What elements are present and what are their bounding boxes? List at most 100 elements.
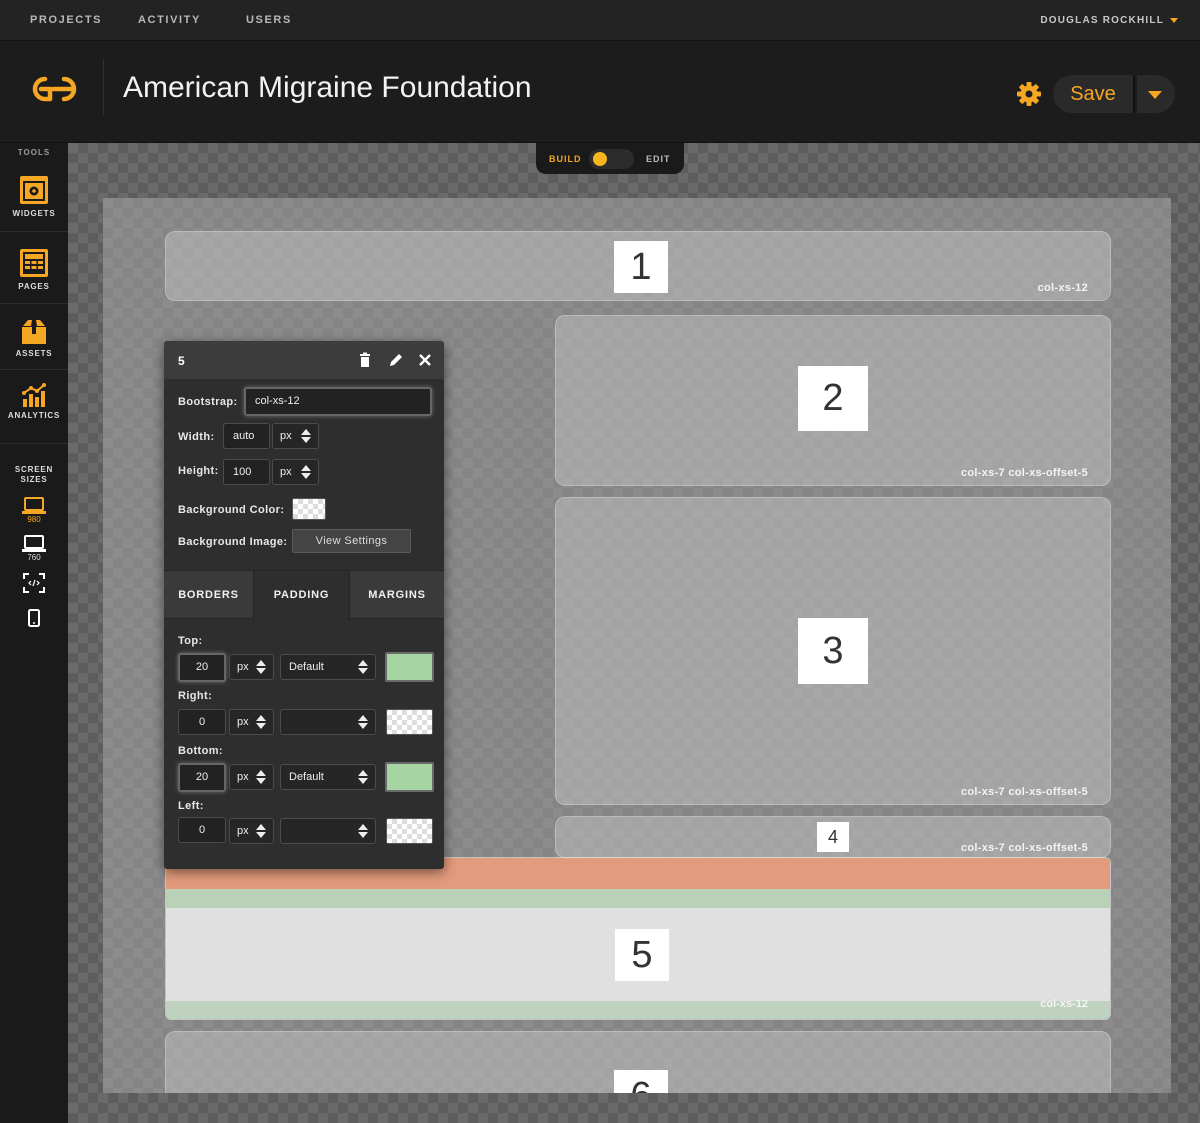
mode-switch[interactable] [589, 149, 634, 169]
stepper-arrows-icon [256, 770, 267, 785]
tool-widgets[interactable]: WIDGETS [0, 175, 68, 218]
chevron-down-icon [1170, 17, 1178, 23]
grid-block-3[interactable]: 3 col-xs-7 col-xs-offset-5 [555, 497, 1111, 805]
phone-icon [28, 609, 40, 627]
padding-right-color-swatch[interactable] [386, 709, 433, 735]
grid-block-4[interactable]: 4 col-xs-7 col-xs-offset-5 [555, 816, 1111, 858]
header-divider [103, 59, 104, 115]
block-number: 6 [614, 1070, 668, 1093]
tools-label: TOOLS [17, 148, 51, 157]
save-options-dropdown[interactable] [1137, 75, 1175, 113]
tools-sidebar: TOOLS WIDGETS PAGES ASSETS ANALYTICS SCR… [0, 143, 68, 1123]
padding-top-unit-select[interactable]: px [229, 654, 274, 680]
grid-block-1[interactable]: 1 col-xs-12 [165, 231, 1111, 301]
panel-header: 5 [164, 341, 444, 379]
padding-right-label: Right: [178, 690, 213, 702]
tool-label: ANALYTICS [7, 411, 61, 420]
analytics-icon [22, 383, 46, 407]
nav-activity[interactable]: ACTIVITY [138, 14, 201, 26]
pencil-icon[interactable] [388, 352, 404, 368]
padding-bottom-indicator [166, 1001, 1110, 1019]
stepper-arrows-icon [358, 824, 369, 839]
build-edit-toggle: BUILD EDIT [536, 143, 684, 174]
screen-760[interactable]: 760 [0, 535, 68, 562]
save-button[interactable]: Save [1053, 75, 1135, 113]
tab-margins[interactable]: MARGINS [350, 571, 444, 620]
bootstrap-label: Bootstrap: [178, 396, 238, 408]
box-model-tabs: BORDERS PADDING MARGINS [164, 570, 444, 621]
unit-value: px [280, 466, 292, 478]
logo-icon [32, 76, 77, 102]
unit-value: px [237, 825, 249, 837]
padding-bottom-style-select[interactable]: Default [280, 764, 376, 790]
padding-left-unit-select[interactable]: px [229, 818, 274, 844]
height-input[interactable]: 100 [223, 459, 270, 485]
stepper-arrows-icon [256, 824, 267, 839]
trash-icon[interactable] [357, 352, 373, 368]
background-image-label: Background Image: [178, 536, 288, 548]
tool-pages[interactable]: PAGES [0, 248, 68, 291]
padding-left-color-swatch[interactable] [386, 818, 433, 844]
grid-block-6[interactable]: 6 [165, 1031, 1111, 1093]
user-menu[interactable]: DOUGLAS ROCKHILL [1040, 15, 1178, 26]
stepper-arrows-icon [358, 770, 369, 785]
block-number: 5 [615, 929, 669, 981]
screen-fullscreen[interactable] [0, 572, 68, 594]
background-color-swatch[interactable] [292, 498, 326, 520]
padding-left-input[interactable]: 0 [178, 817, 226, 843]
unit-value: px [237, 716, 249, 728]
padding-right-style-select[interactable] [280, 709, 376, 735]
stepper-arrows-icon [256, 660, 267, 675]
grid-block-2[interactable]: 2 col-xs-7 col-xs-offset-5 [555, 315, 1111, 486]
tab-padding[interactable]: PADDING [253, 571, 350, 621]
padding-right-unit-select[interactable]: px [229, 709, 274, 735]
nav-projects[interactable]: PROJECTS [30, 14, 102, 26]
gear-icon[interactable] [1015, 80, 1043, 108]
close-icon[interactable] [417, 352, 433, 368]
unit-value: px [237, 661, 249, 673]
build-mode-label[interactable]: BUILD [549, 154, 582, 164]
tab-borders[interactable]: BORDERS [164, 571, 253, 620]
tool-assets[interactable]: ASSETS [0, 319, 68, 358]
screen-size-label: 980 [27, 515, 41, 524]
width-input[interactable]: auto [223, 423, 270, 449]
padding-right-input[interactable]: 0 [178, 709, 226, 735]
edit-mode-label[interactable]: EDIT [646, 154, 671, 164]
laptop-icon [22, 535, 46, 552]
screen-980[interactable]: 980 [0, 497, 68, 524]
padding-bottom-unit-select[interactable]: px [229, 764, 274, 790]
stepper-arrows-icon [256, 715, 267, 730]
padding-bottom-input[interactable]: 20 [178, 763, 226, 792]
pages-icon [20, 249, 48, 277]
padding-left-label: Left: [178, 800, 204, 812]
screen-sizes-label-line: SCREEN [14, 465, 54, 474]
unit-value: px [280, 430, 292, 442]
padding-top-input[interactable]: 20 [178, 653, 226, 682]
padding-bottom-color-swatch[interactable] [385, 762, 434, 792]
bootstrap-class-input[interactable]: col-xs-12 [244, 387, 432, 416]
block-number: 3 [798, 618, 868, 684]
background-color-label: Background Color: [178, 504, 285, 516]
stepper-arrows-icon [301, 429, 312, 444]
nav-users[interactable]: USERS [246, 14, 292, 26]
block-class-label: col-xs-7 col-xs-offset-5 [960, 786, 1088, 798]
height-unit-select[interactable]: px [272, 459, 319, 485]
block-number: 1 [614, 241, 668, 293]
selected-block-5[interactable]: 5 col-xs-12 [165, 857, 1111, 1020]
widgets-icon [20, 176, 48, 204]
block-number: 4 [817, 822, 849, 852]
padding-top-color-swatch[interactable] [385, 652, 434, 682]
block-class-label: col-xs-7 col-xs-offset-5 [960, 467, 1088, 479]
block-class-label: col-xs-12 [1040, 998, 1088, 1010]
padding-top-style-select[interactable]: Default [280, 654, 376, 680]
fullscreen-code-icon [23, 573, 45, 593]
divider [0, 443, 68, 444]
screen-phone[interactable] [0, 609, 68, 627]
padding-top-indicator [166, 889, 1110, 908]
view-settings-button[interactable]: View Settings [292, 529, 411, 553]
divider [0, 303, 68, 304]
width-unit-select[interactable]: px [272, 423, 319, 449]
tool-analytics[interactable]: ANALYTICS [0, 383, 68, 420]
padding-left-style-select[interactable] [280, 818, 376, 844]
block-class-label: col-xs-12 [1037, 282, 1088, 294]
